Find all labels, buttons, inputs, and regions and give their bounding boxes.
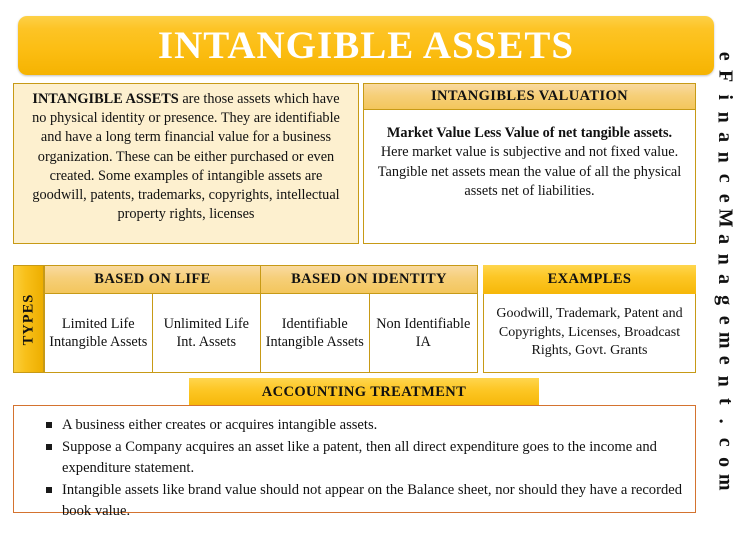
valuation-panel-body: Market Value Less Value of net tangible … xyxy=(363,110,696,244)
valuation-formula: Market Value Less Value of net tangible … xyxy=(386,125,673,141)
examples-header-label: EXAMPLES xyxy=(547,271,632,287)
page-title-banner: INTANGIBLE ASSETS xyxy=(18,16,714,75)
watermark-char: M xyxy=(714,209,737,228)
types-header-label: BASED ON IDENTITY xyxy=(291,271,447,287)
definition-body-text: are those assets which have no physical … xyxy=(32,91,340,223)
watermark-char: t xyxy=(714,397,737,405)
list-item: Suppose a Company acquires an asset like… xyxy=(46,437,683,479)
valuation-description: Here market value is subjective and not … xyxy=(377,144,682,200)
list-item: A business either creates or acquires in… xyxy=(46,415,683,436)
type-cell-limited-life: Limited Life Intangible Assets xyxy=(44,294,153,373)
square-bullet-icon xyxy=(46,422,52,428)
watermark-char: g xyxy=(714,294,737,305)
types-vertical-label: TYPES xyxy=(13,265,44,373)
treatment-bullet-list: A business either creates or acquires in… xyxy=(26,415,683,522)
watermark-char: m xyxy=(714,474,737,491)
list-item: Intangible assets like brand value shoul… xyxy=(46,480,683,522)
types-header-based-on-identity: BASED ON IDENTITY xyxy=(261,265,478,294)
treatment-header-label: ACCOUNTING TREATMENT xyxy=(261,383,467,400)
treatment-panel: A business either creates or acquires in… xyxy=(13,405,696,519)
valuation-header-label: INTANGIBLES VALUATION xyxy=(430,88,629,104)
treatment-bullet-text: A business either creates or acquires in… xyxy=(62,417,378,433)
watermark-char: n xyxy=(714,152,737,164)
type-cell-unlimited-life: Unlimited Life Int. Assets xyxy=(152,294,261,373)
definition-lead-term: INTANGIBLE ASSETS xyxy=(32,91,179,107)
examples-panel-header: EXAMPLES xyxy=(483,265,696,294)
watermark-char: n xyxy=(714,375,737,387)
examples-panel-body: Goodwill, Trademark, Patent and Copyrigh… xyxy=(483,294,696,373)
watermark-char: e xyxy=(714,193,737,203)
examples-panel: EXAMPLES Goodwill, Trademark, Patent and… xyxy=(483,265,696,373)
watermark-char: m xyxy=(714,331,737,349)
square-bullet-icon xyxy=(46,444,52,450)
watermark-char: e xyxy=(714,51,737,61)
valuation-panel: INTANGIBLES VALUATION Market Value Less … xyxy=(363,83,696,244)
types-header-based-on-life: BASED ON LIFE xyxy=(44,265,261,294)
watermark-char: F xyxy=(714,70,737,83)
watermark-char: a xyxy=(714,132,737,143)
watermark-char: c xyxy=(714,437,737,447)
types-header-row: BASED ON LIFE BASED ON IDENTITY xyxy=(44,265,478,294)
types-label-text: TYPES xyxy=(20,293,36,345)
treatment-panel-header: ACCOUNTING TREATMENT xyxy=(189,378,539,406)
watermark-char: o xyxy=(714,457,737,468)
watermark-char: a xyxy=(714,233,737,244)
definition-panel: INTANGIBLE ASSETS are those assets which… xyxy=(13,83,359,244)
types-header-label: BASED ON LIFE xyxy=(94,271,211,287)
watermark-char: n xyxy=(714,111,737,123)
page-title: INTANGIBLE ASSETS xyxy=(157,24,575,67)
watermark-char: c xyxy=(714,173,737,183)
type-cell-identifiable: Identifiable Intangible Assets xyxy=(261,294,370,373)
types-cells-row: Limited Life Intangible Assets Unlimited… xyxy=(44,294,478,373)
square-bullet-icon xyxy=(46,487,52,493)
watermark-char: n xyxy=(714,253,737,265)
watermark-char: a xyxy=(714,274,737,285)
treatment-bullet-text: Suppose a Company acquires an asset like… xyxy=(62,439,657,476)
types-table: TYPES BASED ON LIFE BASED ON IDENTITY Li… xyxy=(13,265,478,373)
watermark-char: e xyxy=(714,356,737,366)
watermark-char: e xyxy=(714,315,737,325)
type-cell-non-identifiable: Non Identifiable IA xyxy=(369,294,478,373)
valuation-panel-header: INTANGIBLES VALUATION xyxy=(363,83,696,110)
watermark-char: . xyxy=(714,418,737,424)
watermark-char: i xyxy=(714,93,737,100)
treatment-bullet-text: Intangible assets like brand value shoul… xyxy=(62,482,683,519)
site-watermark: eFinanceManagement.com xyxy=(708,46,742,516)
types-grid: BASED ON LIFE BASED ON IDENTITY Limited … xyxy=(44,265,478,373)
